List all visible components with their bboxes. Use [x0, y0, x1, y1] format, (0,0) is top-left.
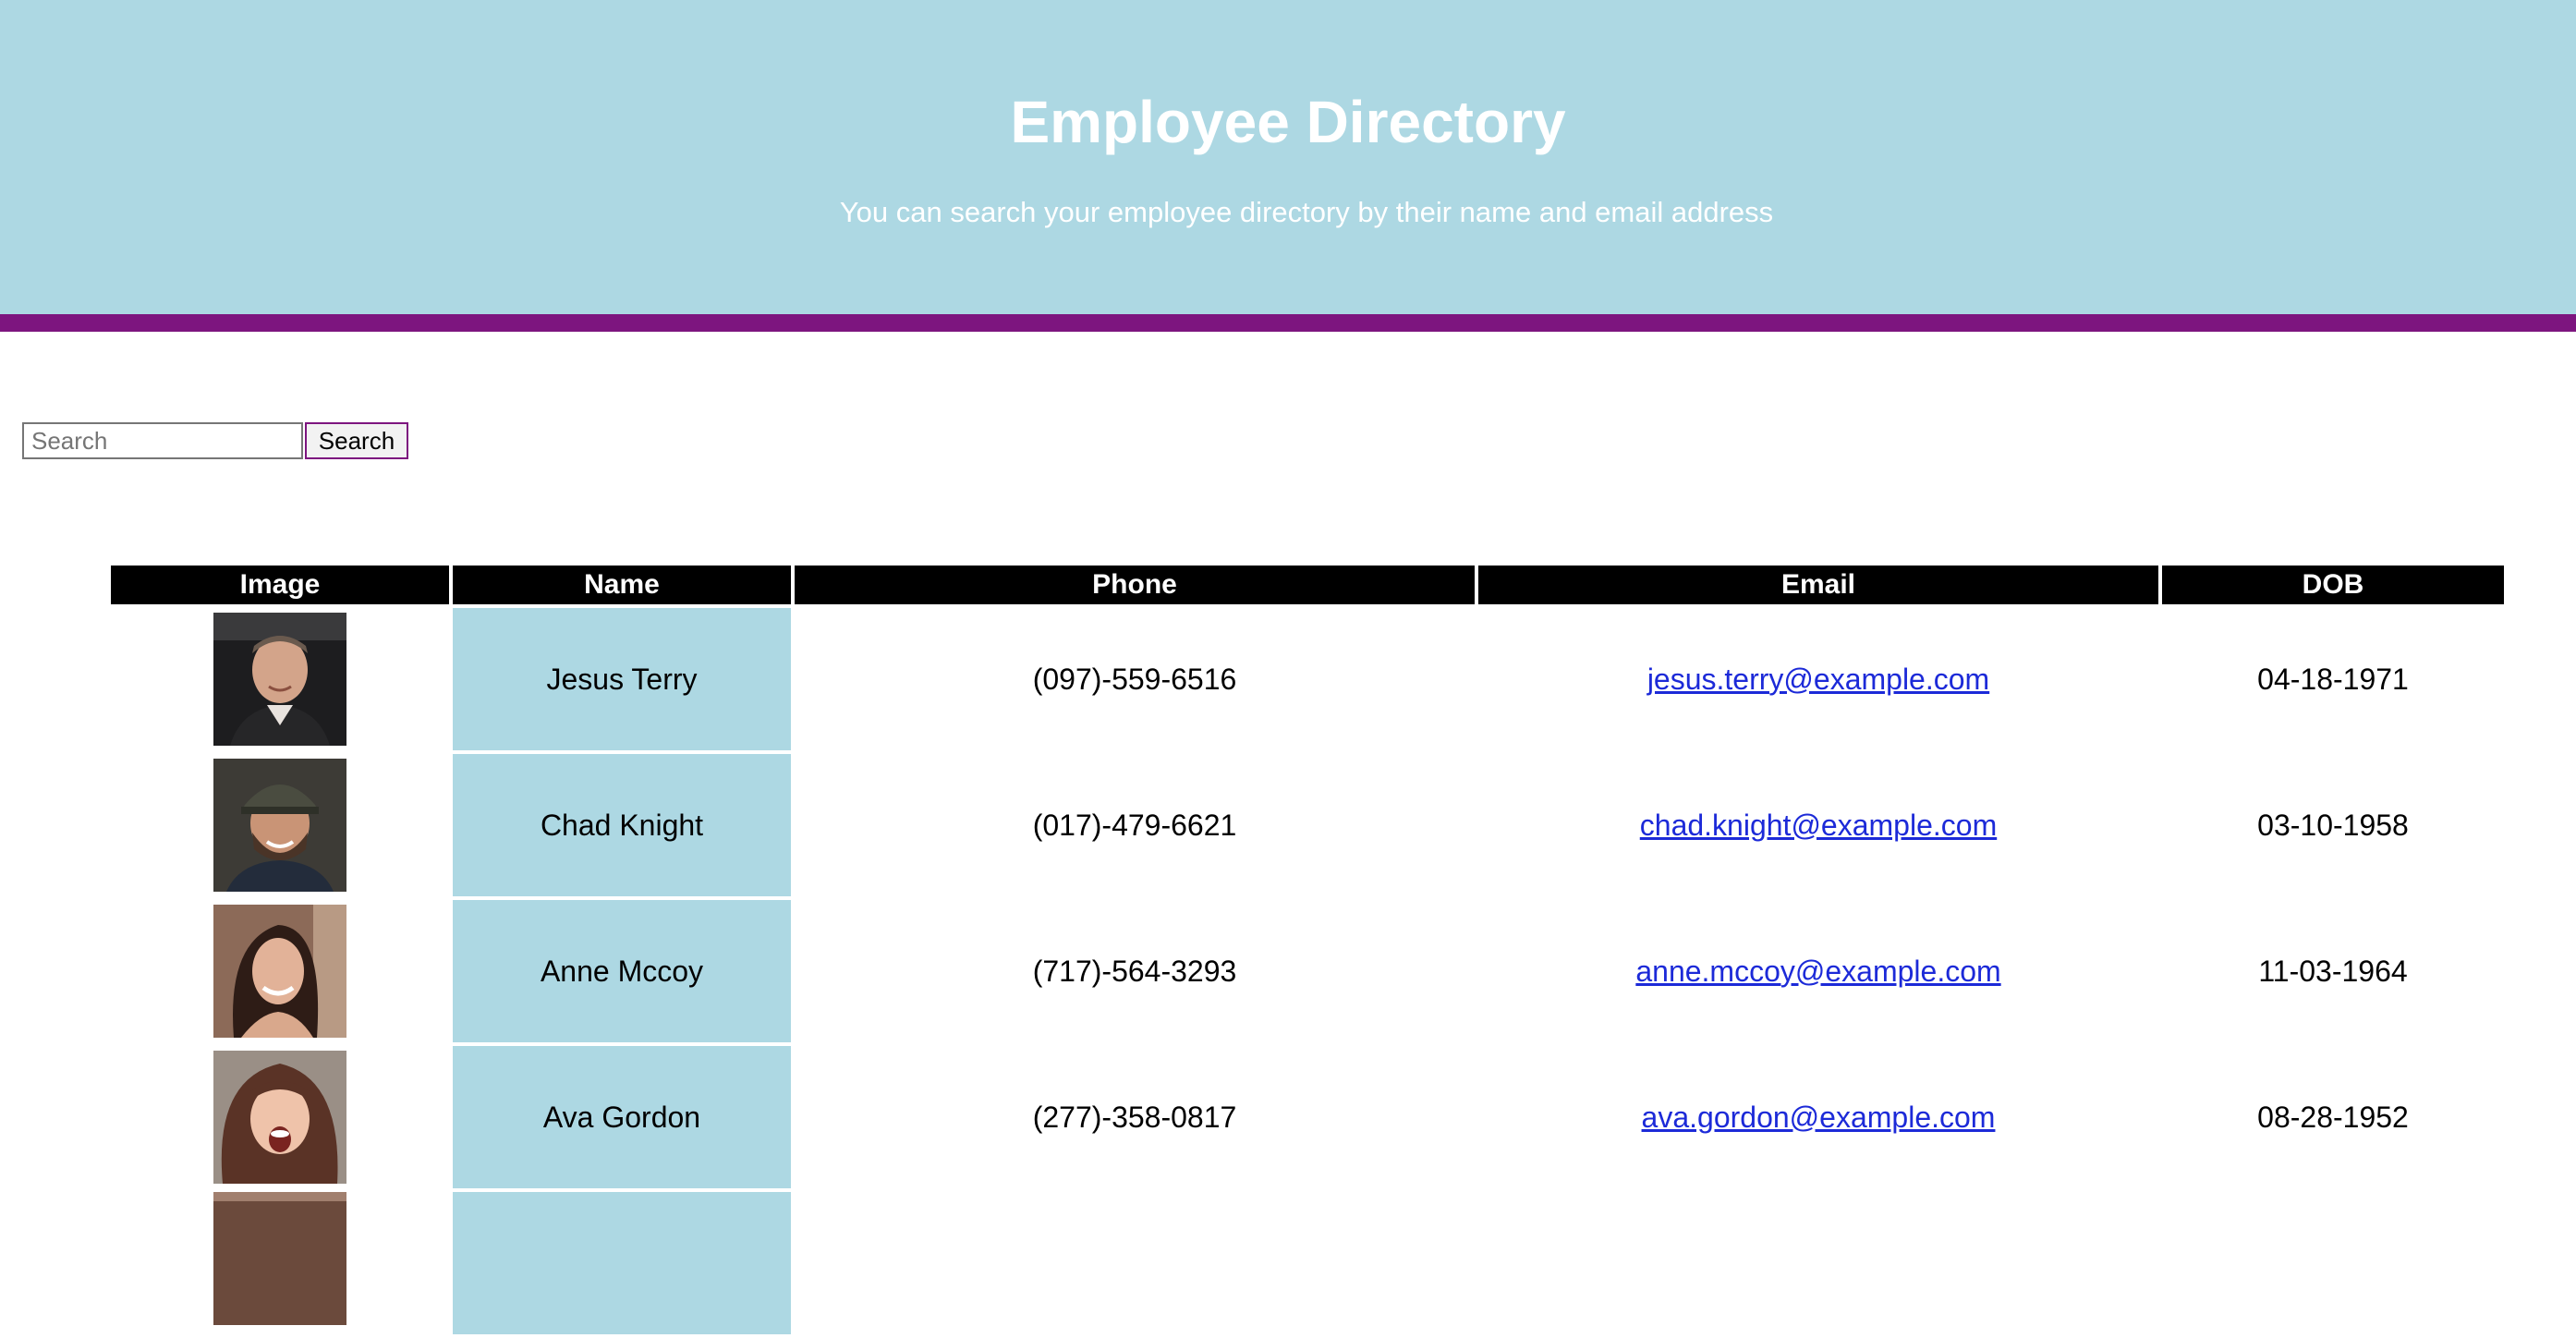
employee-avatar: [213, 1051, 346, 1184]
column-header-image[interactable]: Image: [111, 566, 449, 604]
name-cell: Ava Gordon: [453, 1046, 791, 1188]
dob-cell: 03-10-1958: [2257, 808, 2409, 842]
email-link[interactable]: anne.mccoy@example.com: [1635, 955, 2000, 989]
image-cell: [111, 900, 449, 1042]
header-divider: [0, 314, 2576, 332]
search-button[interactable]: Search: [305, 422, 408, 459]
email-link[interactable]: jesus.terry@example.com: [1647, 663, 1989, 697]
dob-cell: 08-28-1952: [2257, 1100, 2409, 1134]
name-cell: Chad Knight: [453, 754, 791, 896]
email-link[interactable]: chad.knight@example.com: [1640, 809, 1997, 843]
image-cell: [111, 1046, 449, 1188]
column-header-name[interactable]: Name: [453, 566, 791, 604]
search-input[interactable]: [22, 422, 303, 459]
name-cell: Jesus Terry: [453, 608, 791, 750]
phone-cell: [795, 1192, 1475, 1334]
phone-cell: (717)-564-3293: [1032, 954, 1237, 988]
image-cell: [111, 1192, 449, 1334]
employee-avatar: [213, 1192, 346, 1325]
page-subtitle: You can search your employee directory b…: [839, 196, 1774, 228]
email-cell: [1478, 1192, 2158, 1334]
phone-cell: (277)-358-0817: [1032, 1100, 1237, 1134]
column-header-dob[interactable]: DOB: [2162, 566, 2504, 604]
employee-avatar: [213, 759, 346, 892]
image-cell: [111, 754, 449, 896]
table-row: Anne Mccoy (717)-564-3293 anne.mccoy@exa…: [111, 900, 2504, 1046]
employee-avatar: [213, 613, 346, 746]
table-row: Chad Knight (017)-479-6621 chad.knight@e…: [111, 754, 2504, 900]
email-cell: ava.gordon@example.com: [1478, 1046, 2158, 1188]
email-link[interactable]: ava.gordon@example.com: [1642, 1101, 1996, 1135]
page-title: Employee Directory: [1010, 89, 1566, 155]
column-header-phone[interactable]: Phone: [795, 566, 1475, 604]
image-cell: [111, 608, 449, 750]
phone-cell: (017)-479-6621: [1032, 808, 1237, 842]
name-cell: Anne Mccoy: [453, 900, 791, 1042]
column-header-email[interactable]: Email: [1478, 566, 2158, 604]
jumbotron-header: Employee Directory You can search your e…: [0, 0, 2576, 314]
table-row: Jesus Terry (097)-559-6516 jesus.terry@e…: [111, 608, 2504, 754]
dob-cell: 11-03-1964: [2258, 954, 2408, 988]
employee-avatar: [213, 905, 346, 1038]
table-row: Ava Gordon (277)-358-0817 ava.gordon@exa…: [111, 1046, 2504, 1192]
name-cell: [453, 1192, 791, 1334]
email-cell: jesus.terry@example.com: [1478, 608, 2158, 750]
dob-cell: 04-18-1971: [2257, 662, 2409, 696]
phone-cell: (097)-559-6516: [1032, 662, 1237, 696]
table-header: Image Name Phone Email DOB: [111, 566, 2504, 604]
dob-cell: [2162, 1192, 2504, 1334]
email-cell: chad.knight@example.com: [1478, 754, 2158, 896]
table-row: [111, 1192, 2504, 1338]
email-cell: anne.mccoy@example.com: [1478, 900, 2158, 1042]
